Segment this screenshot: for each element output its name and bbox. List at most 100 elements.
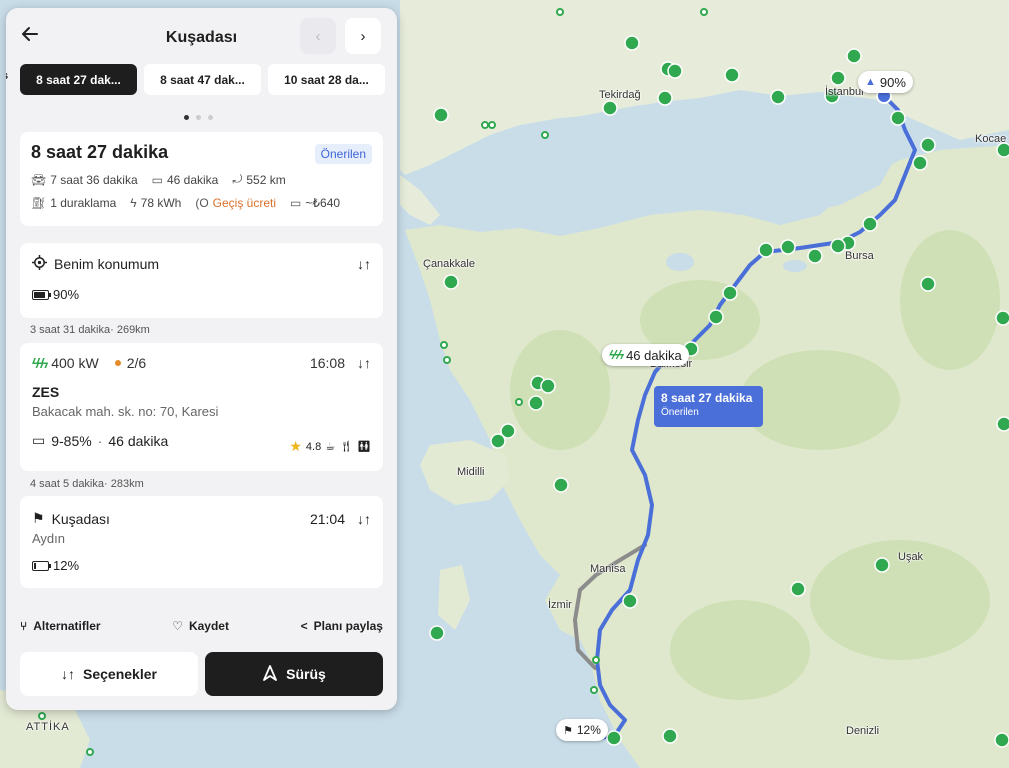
summary-row-1: 🚘︎ 7 saat 36 dakika ▭ 46 dakika ⤾ 552 km [31,172,372,187]
summary-row-2: ⛽︎ 1 duraklama ϟ 78 kWh (O Geçiş ücreti … [31,196,372,210]
save-button[interactable]: ♡ Kaydet [172,619,229,633]
charger-rating: 4.8 [305,440,322,453]
heart-icon: ♡ [172,619,183,633]
cost: ~₺640 [305,196,341,210]
city-label-denizli: Denizli [846,725,880,737]
sort-icon: ↓↑ [61,666,76,682]
route-option-1[interactable]: 8 saat 27 dak... [20,64,137,95]
drive-button[interactable]: Sürüş [205,652,383,696]
city-label-kocaeli: Kocae [975,133,1007,145]
leg-2-info: 4 saat 5 dakika· 283km [30,478,144,490]
city-label-bursa: Bursa [845,250,874,262]
city-label-midilli: Midilli [457,466,485,478]
chevron-right-icon[interactable]: › [345,18,381,54]
chevron-left-icon[interactable]: ‹ [300,18,336,54]
cafe-icon: ☕︎ [325,441,336,453]
destination-battery: 12% [32,558,371,573]
share-button[interactable]: < Planı paylaş [301,619,383,633]
route-label-duration: 8 saat 27 dakika [661,391,753,405]
city-label-manisa: Manisa [590,563,626,575]
charger-amenities: ★ 4.8 ☕︎ 🍴︎ 🚻︎ [289,438,371,455]
route-distance-icon: ⤾ [232,172,243,186]
flag-icon: ⚑ [563,724,573,737]
city-label-istanbul: İstanbul [825,86,864,98]
recommended-badge: Önerilen [314,144,372,164]
city-label-izmir: İzmir [548,599,572,611]
destination-battery-value: 12% [53,558,80,573]
city-label-usak: Uşak [898,551,924,563]
city-label-canakkale: Çanakkale [423,258,475,270]
charger-stop-icon: ⛽︎ [31,196,47,210]
charger-availability: 2/6 [126,355,147,371]
sort-icon[interactable]: ↓↑ [357,355,371,371]
star-icon: ★ [289,438,302,454]
start-label: Benim konumum [54,256,160,272]
battery-full-icon [32,289,51,300]
energy: 78 kWh [140,196,182,210]
battery-low-icon [32,560,51,571]
charger-name: ZES [32,384,60,400]
lightning-icon: ϟ [130,196,137,210]
route-summary-card[interactable]: 8 saat 27 dakika Önerilen 🚘︎ 7 saat 36 d… [20,132,383,226]
stops: 1 duraklama [50,196,117,210]
route-option-2[interactable]: 8 saat 47 dak... [144,64,261,95]
charger-power: 400 kW [51,355,99,371]
panel-header: Kuşadası ‹ › [6,8,397,68]
charge-range: 9-85% [51,432,92,449]
save-label: Kaydet [188,619,229,633]
restaurant-icon: 🍴︎ [339,441,354,453]
availability-dot [114,360,121,366]
page-dot-2 [196,115,201,120]
drive-time: 7 saat 36 dakika [50,172,138,187]
flag-icon: ⚑ [32,510,45,526]
start-card[interactable]: Benim konumum ↓↑ 90% [20,243,383,318]
options-button[interactable]: ↓↑ Seçenekler [20,652,198,696]
route-label-sub: Önerilen [661,407,699,418]
charge-time: 46 dakika [166,172,219,187]
start-battery-value: 90% [53,287,80,302]
route-option-3[interactable]: 10 saat 28 da... [268,64,385,95]
charge-stop-pill[interactable]: ϟϟϟ 46 dakika [602,344,689,366]
toll-label: Geçiş ücreti [212,196,277,210]
location-target-icon [32,255,47,273]
share-label: Planı paylaş [313,619,383,633]
alternatives-button[interactable]: ⑂ Alternatifler [20,619,101,633]
charger-card[interactable]: ϟϟϟ 400 kW 2/6 16:08 ↓↑ ZES Bakacak mah.… [20,343,383,471]
sort-icon[interactable]: ↓↑ [357,511,371,527]
leg-1-info: 3 saat 31 dakika· 269km [30,324,150,336]
arrival-time: 21:04 [309,510,345,527]
car-icon: 🚘︎ [31,172,47,187]
sort-icon[interactable]: ↓↑ [357,256,371,272]
route-option-tabs: 8 saat 27 dak... 8 saat 47 dak... 10 saa… [20,64,385,95]
pagination-dots [184,115,213,120]
charging-icon: ▭ [151,172,163,187]
destination-city: Kuşadası [51,510,110,527]
bottom-buttons: ↓↑ Seçenekler Sürüş [20,652,383,696]
destination-card[interactable]: ⚑ Kuşadası 21:04 ↓↑ Aydın 12% [20,496,383,588]
route-panel: Kuşadası ‹ › s 8 saat 27 dak... 8 saat 4… [6,8,397,710]
page-dot-3 [208,115,213,120]
fast-charge-icon: ϟϟϟ [32,355,48,371]
destination-region: Aydın [32,531,66,546]
destination-battery-pill: ⚑ 12% [556,719,608,741]
action-bar: ⑂ Alternatifler ♡ Kaydet < Planı paylaş [20,619,383,633]
origin-battery-pill: ▲ 90% [858,71,913,93]
fast-charge-icon: ϟϟϟ [609,348,624,362]
charge-stop-label: 46 dakika [626,347,682,363]
restroom-icon: 🚻︎ [357,441,371,453]
page-title: Kuşadası [165,29,238,46]
page-dot-1 [184,115,189,120]
start-row: Benim konumum ↓↑ [32,255,371,273]
distance: 552 km [246,172,286,187]
battery-charging-icon: ▭ [32,432,46,448]
region-label-attika: ATTİKA [26,721,70,733]
charger-header: ϟϟϟ 400 kW 2/6 16:08 ↓↑ [32,355,371,371]
charger-address: Bakacak mah. sk. no: 70, Karesi [32,404,219,419]
navigation-arrow-icon: ▲ [865,76,876,88]
share-icon: < [300,619,308,633]
alternatives-label: Alternatifler [33,619,101,633]
route-label[interactable]: 8 saat 27 dakika Önerilen [654,386,763,427]
partial-chip-label: s [6,70,8,82]
city-label-tekirdag: Tekirdağ [599,89,641,101]
origin-battery-label: 90% [879,74,906,90]
